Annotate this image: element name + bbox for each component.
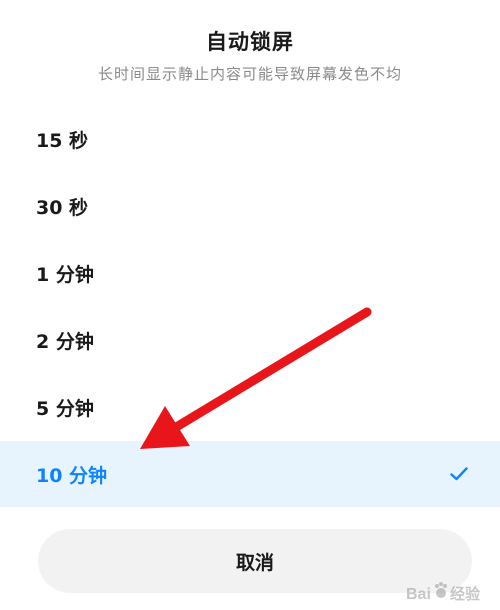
- option-label: 15 秒: [36, 129, 89, 152]
- option-label: 1 分钟: [36, 263, 94, 286]
- option-2-minutes[interactable]: 2 分钟: [0, 307, 500, 373]
- checkmark-icon: [450, 467, 468, 481]
- dialog-title: 自动锁屏: [206, 30, 294, 54]
- option-label: 2 分钟: [36, 330, 94, 353]
- option-1-minute[interactable]: 1 分钟: [0, 240, 500, 306]
- dialog-subtitle: 长时间显示静止内容可能导致屏幕发色不均: [97, 65, 402, 83]
- option-label: 10 分钟: [36, 464, 108, 487]
- option-label: 30 秒: [36, 196, 89, 219]
- option-15-seconds[interactable]: 15 秒: [0, 106, 500, 172]
- option-30-seconds[interactable]: 30 秒: [0, 173, 500, 239]
- option-label: 5 分钟: [36, 397, 94, 420]
- option-5-minutes[interactable]: 5 分钟: [0, 374, 500, 440]
- auto-lock-dialog: 自动锁屏 长时间显示静止内容可能导致屏幕发色不均 15 秒 30 秒 1 分钟 …: [0, 0, 500, 610]
- option-10-minutes[interactable]: 10 分钟: [0, 441, 500, 507]
- cancel-button[interactable]: 取消: [38, 529, 472, 593]
